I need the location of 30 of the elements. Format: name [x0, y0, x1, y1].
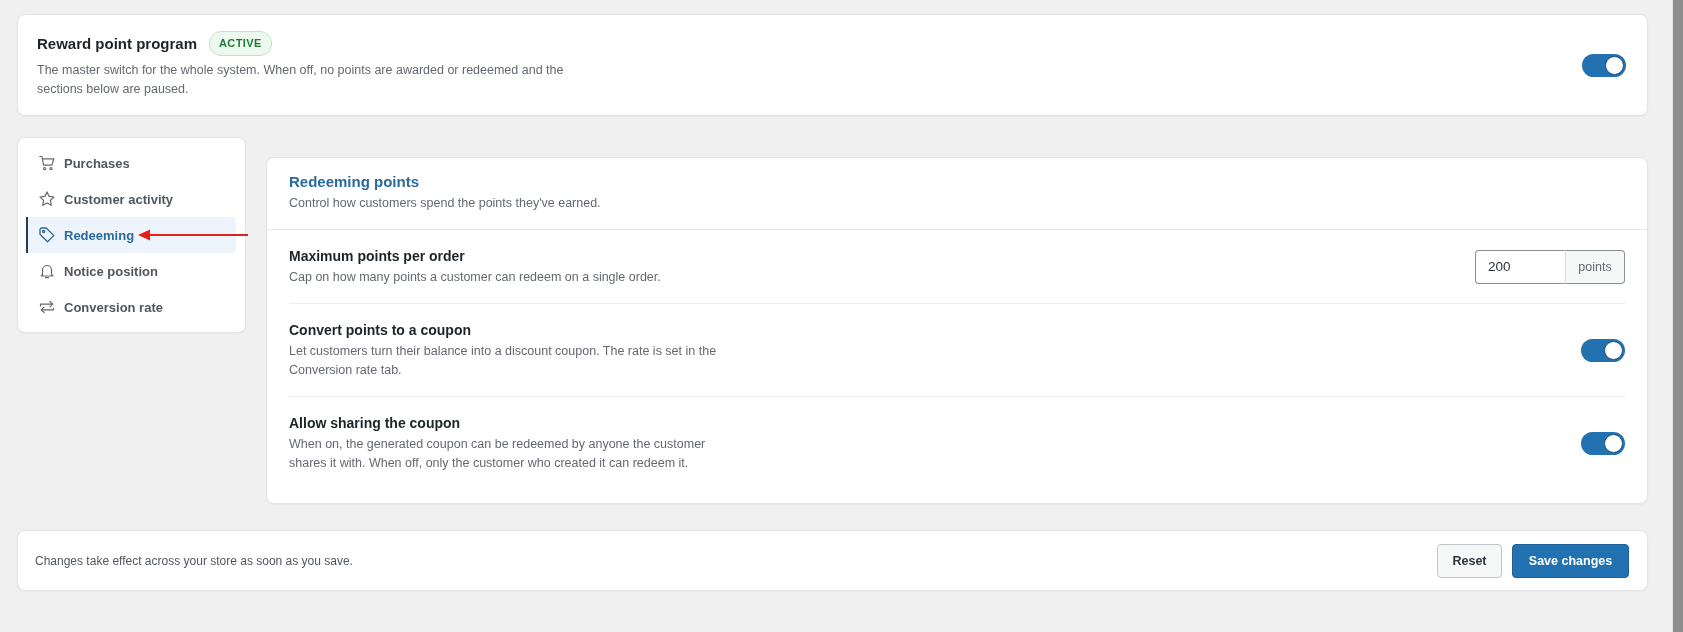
- setting-description: Let customers turn their balance into a discount coupon. The rate is set in the Conversion rate tab.: [289, 343, 718, 379]
- toggle-switch[interactable]: [1581, 338, 1625, 362]
- status-badge: ACTIVE: [209, 31, 272, 56]
- bell-icon: [39, 263, 55, 279]
- save-button[interactable]: Save changes: [1512, 543, 1629, 578]
- star-icon: [39, 191, 55, 207]
- unit-addon: points: [1565, 249, 1625, 284]
- reset-button[interactable]: Reset: [1437, 543, 1502, 578]
- setting-title: Allow sharing the coupon: [289, 414, 462, 433]
- repeat-icon: [39, 299, 55, 315]
- sidebar-item[interactable]: Customer activity: [26, 181, 236, 217]
- setting-title: Convert points to a coupon: [289, 321, 472, 340]
- setting-title: Maximum points per order: [289, 247, 466, 266]
- sidebar-item[interactable]: Redeeming: [26, 217, 236, 253]
- section-subtitle: Control how customers spend the points they've earned.: [289, 195, 602, 212]
- toggle-switch[interactable]: [1581, 431, 1625, 455]
- section-title: Redeeming points: [289, 172, 420, 192]
- program-title: Reward point program: [37, 35, 197, 52]
- cart-icon: [39, 155, 55, 171]
- tag-icon: [39, 227, 55, 243]
- points-input[interactable]: 200: [1475, 249, 1565, 284]
- scrollbar[interactable]: [1673, 0, 1683, 632]
- sidebar-item[interactable]: Conversion rate: [26, 289, 236, 325]
- setting-description: Cap on how many points a customer can redeem on a single order.: [289, 269, 661, 286]
- toggle-switch[interactable]: [1582, 53, 1626, 77]
- sidebar-item[interactable]: Notice position: [26, 253, 236, 289]
- footer-note: Changes take effect across your store as soon as you save.: [35, 553, 353, 568]
- program-description: The master switch for the whole system. When off, no points are awarded or redeemed and the sections below are paused.: [37, 62, 565, 98]
- sidebar-item[interactable]: Purchases: [26, 145, 236, 181]
- setting-description: When on, the generated coupon can be redeemed by anyone the customer shares it with. When off, only the customer who created it can redeem it.: [289, 436, 707, 472]
